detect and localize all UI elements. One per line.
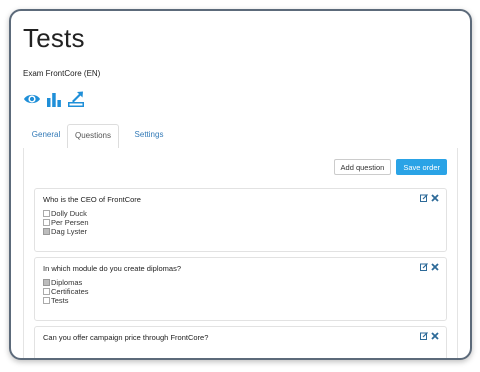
- add-question-button[interactable]: Add question: [333, 159, 392, 175]
- delete-icon[interactable]: [431, 263, 439, 271]
- answer-label: Tests: [51, 296, 69, 305]
- question-text: Can you offer campaign price through Fro…: [43, 333, 209, 342]
- tab-bar: General Questions Settings: [23, 124, 458, 149]
- answer-checkbox[interactable]: [43, 297, 50, 304]
- delete-icon[interactable]: [431, 194, 439, 202]
- question-text: Who is the CEO of FrontCore: [43, 195, 141, 204]
- answer-item: Diplomas: [43, 278, 89, 287]
- toolbar: Add question Save order: [333, 159, 447, 175]
- answer-label: Per Persen: [51, 218, 89, 227]
- answer-checkbox[interactable]: [43, 228, 50, 235]
- answer-list: Dolly Duck Per Persen Dag Lyster: [43, 209, 89, 236]
- question-text: In which module do you create diplomas?: [43, 264, 181, 273]
- tab-general[interactable]: General: [27, 124, 65, 147]
- answer-label: Dolly Duck: [51, 209, 87, 218]
- page-title: Tests: [23, 23, 85, 53]
- action-icons: [23, 90, 85, 108]
- question-tools: [420, 194, 439, 202]
- bar-chart-icon[interactable]: [45, 90, 63, 108]
- question-tools: [420, 263, 439, 271]
- save-order-button[interactable]: Save order: [396, 159, 447, 175]
- answer-item: Tests: [43, 296, 89, 305]
- question-card[interactable]: In which module do you create diplomas? …: [34, 257, 447, 321]
- answer-checkbox[interactable]: [43, 219, 50, 226]
- eye-icon[interactable]: [23, 90, 41, 108]
- answer-checkbox[interactable]: [43, 279, 50, 286]
- answer-checkbox[interactable]: [43, 288, 50, 295]
- answer-checkbox[interactable]: [43, 210, 50, 217]
- questions-panel: Add question Save order Who is the CEO o…: [23, 148, 458, 358]
- exam-name: Exam FrontCore (EN): [23, 69, 101, 78]
- answer-item: Certificates: [43, 287, 89, 296]
- answer-list: Diplomas Certificates Tests: [43, 278, 89, 305]
- answer-item: Dag Lyster: [43, 227, 89, 236]
- question-tools: [420, 332, 439, 340]
- tab-settings[interactable]: Settings: [127, 124, 171, 147]
- answer-label: Certificates: [51, 287, 89, 296]
- edit-icon[interactable]: [420, 263, 428, 271]
- answer-label: Diplomas: [51, 278, 83, 287]
- answer-item: Per Persen: [43, 218, 89, 227]
- edit-icon[interactable]: [420, 194, 428, 202]
- answer-item: Dolly Duck: [43, 209, 89, 218]
- edit-icon[interactable]: [420, 332, 428, 340]
- question-card[interactable]: Who is the CEO of FrontCore Dolly Duck P…: [34, 188, 447, 252]
- tab-questions[interactable]: Questions: [67, 124, 119, 149]
- question-card[interactable]: Can you offer campaign price through Fro…: [34, 326, 447, 358]
- delete-icon[interactable]: [431, 332, 439, 340]
- window-frame: Tests Exam FrontCore (EN) General Questi…: [9, 9, 472, 360]
- export-icon[interactable]: [67, 90, 85, 108]
- answer-label: Dag Lyster: [51, 227, 87, 236]
